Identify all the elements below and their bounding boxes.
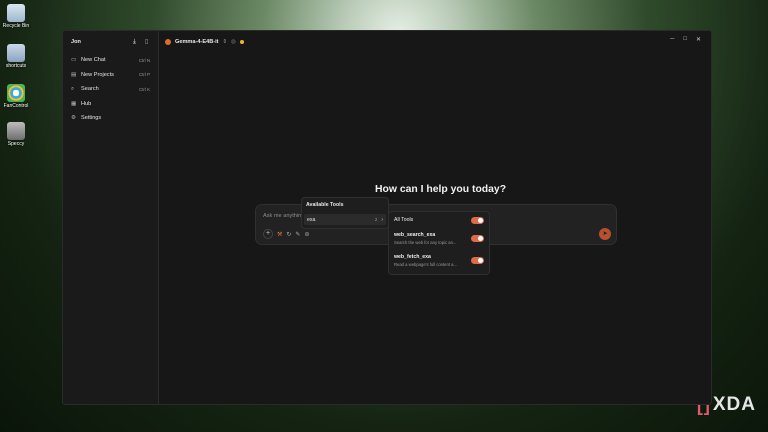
sidebar-item-label: Search	[81, 86, 99, 93]
recycle-bin-icon	[7, 4, 25, 22]
sidebar-header: Jon ⤓ ▯	[63, 31, 158, 53]
sidebar-item-label: Settings	[81, 115, 102, 122]
desktop-icon-shortcuts[interactable]: shortcuts	[2, 44, 30, 69]
wrench-icon[interactable]: ✎	[295, 231, 300, 238]
desktop-icon-speccy[interactable]: Speccy	[2, 122, 30, 147]
search-icon: ⌕	[71, 85, 75, 92]
sidebar-item-label: Hub	[81, 100, 92, 107]
grid-icon: ▦	[71, 100, 77, 107]
sidebar-item-search[interactable]: ⌕ Search Ctrl K	[63, 82, 158, 97]
desktop-icon-fancontrol[interactable]: FanControl	[2, 84, 30, 109]
user-name: Jon	[71, 39, 81, 45]
chat-icon: ▭	[71, 57, 77, 64]
window-controls: ─ □ ✕	[670, 36, 701, 43]
sidebar-item-settings[interactable]: ⚙ Settings	[63, 111, 158, 126]
composer-toolbar: + ⚒ ↻ ✎ ⊜	[263, 229, 309, 239]
tool-toggle[interactable]	[471, 235, 484, 242]
popover-title: Available Tools	[306, 202, 344, 208]
folder-icon	[7, 44, 25, 62]
tools-icon[interactable]: ⚒	[277, 231, 282, 238]
model-selector[interactable]: Gemma-4-E4B-it ⇕ ◎	[165, 35, 244, 49]
sidebar-toggle-icon[interactable]: ▯	[143, 39, 150, 46]
sidebar-item-new-projects[interactable]: ▤ New Projects Ctrl P	[63, 68, 158, 83]
folder-icon: ▤	[71, 71, 77, 78]
desktop-icon-label: Recycle Bin	[2, 23, 30, 29]
gear-icon: ⚙	[71, 115, 77, 122]
server-tool-count: 2	[374, 217, 378, 222]
all-tools-toggle[interactable]	[471, 217, 484, 224]
send-button[interactable]: ➤	[599, 228, 611, 240]
shortcut-label: Ctrl P	[139, 72, 150, 78]
greeting-heading: How can I help you today?	[375, 184, 507, 195]
model-icon	[165, 39, 171, 45]
watermark-text: XDA	[712, 394, 756, 415]
available-tools-popover: Available Tools exa 2 ›	[301, 197, 389, 229]
shortcut-label: Ctrl K	[139, 86, 150, 92]
loop-icon[interactable]: ↻	[286, 231, 291, 238]
tool-server-row[interactable]: exa 2 ›	[304, 214, 386, 225]
sidebar-item-hub[interactable]: ▦ Hub	[63, 97, 158, 112]
tools-submenu: All Tools web_search_exa Search the web …	[388, 211, 490, 275]
tool-row: web_search_exa Search the web for any to…	[394, 232, 484, 245]
sidebar-item-label: New Projects	[81, 71, 114, 78]
model-name: Gemma-4-E4B-it	[175, 39, 219, 45]
chevron-right-icon: ›	[381, 216, 383, 223]
model-settings-icon[interactable]: ◎	[231, 39, 236, 45]
close-icon[interactable]: ✕	[696, 36, 701, 43]
maximize-icon[interactable]: □	[683, 36, 687, 43]
add-attachment-button[interactable]: +	[263, 229, 273, 239]
desktop-icon-label: shortcuts	[5, 63, 27, 69]
chat-input[interactable]: Ask me anything	[263, 213, 304, 219]
shortcut-label: Ctrl N	[138, 57, 150, 63]
desktop-icon-label: Speccy	[7, 141, 25, 147]
fan-icon	[7, 84, 25, 102]
download-icon[interactable]: ⤓	[131, 39, 138, 46]
desktop-icon-recycle-bin[interactable]: Recycle Bin	[2, 4, 30, 29]
minimize-icon[interactable]: ─	[670, 36, 674, 43]
sidebar-item-new-chat[interactable]: ▭ New Chat Ctrl N	[63, 53, 158, 68]
server-name: exa	[307, 216, 316, 223]
speccy-icon	[7, 122, 25, 140]
sidebar-item-label: New Chat	[81, 57, 106, 64]
status-dot	[239, 40, 244, 44]
all-tools-row: All Tools	[394, 217, 484, 226]
tool-toggle[interactable]	[471, 257, 484, 264]
chevron-updown-icon: ⇕	[222, 39, 228, 45]
tool-row: web_fetch_exa Read a webpage's full cont…	[394, 254, 484, 267]
app-window: Jon ⤓ ▯ ▭ New Chat Ctrl N ▤ New Projects…	[62, 30, 712, 405]
desktop-icon-label: FanControl	[3, 103, 29, 109]
tool-description: Search the web for any topic an...	[394, 240, 457, 245]
options-icon[interactable]: ⊜	[304, 231, 309, 238]
tool-description: Read a webpage's full content a...	[394, 262, 457, 267]
sidebar: Jon ⤓ ▯ ▭ New Chat Ctrl N ▤ New Projects…	[63, 31, 159, 404]
